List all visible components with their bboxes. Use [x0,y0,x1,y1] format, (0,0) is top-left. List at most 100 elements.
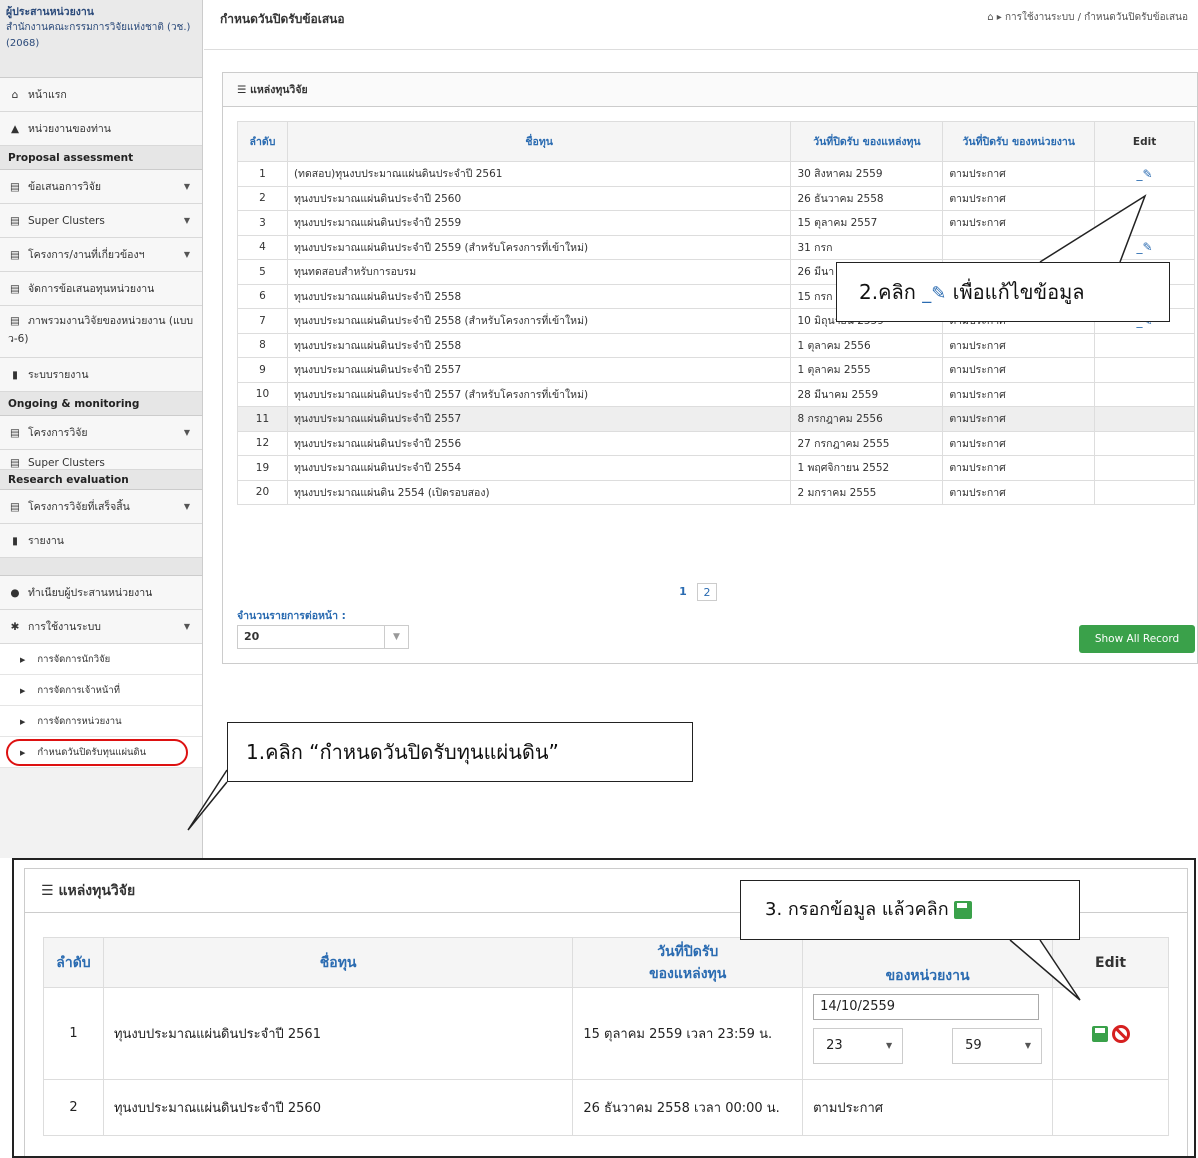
home-icon[interactable]: ⌂ ▸ [987,12,1005,23]
row-name: ทุนงบประมาณแผ่นดินประจำปี 2558 [286,283,792,309]
pencil-icon[interactable]: _✎ [1137,240,1153,254]
bullet-icon: ▶ [20,718,26,726]
row-edit [1052,1079,1169,1136]
sidebar-item-manage-fund[interactable]: ▤ จัดการข้อเสนอทุนหน่วยงาน [0,272,202,306]
row-no: 10 [237,381,288,407]
sidebar-item-label: ระบบรายงาน [28,369,89,381]
callout-text: 2.คลิก [859,280,916,304]
row-name: ทุนทดสอบสำหรับการอบรม [286,259,792,285]
show-all-button[interactable]: Show All Record [1079,625,1195,653]
table-row: 20 ทุนงบประมาณแผ่นดิน 2554 (เปิดรอบสอง) 2 … [237,479,1195,505]
sidebar-item-proposal[interactable]: ▤ ข้อเสนอการวิจัย ▼ [0,170,202,204]
sidebar-item-overview[interactable]: ▤ ภาพรวมงานวิจัยของหน่วยงาน (แบบ ว-6) [0,306,202,358]
sidebar-item-my-unit[interactable]: ▲ หน่วยงานของท่าน [0,112,202,146]
callout-text: 3. กรอกข้อมูล แล้วคลิก [765,899,949,920]
sidebar-divider [0,558,202,576]
sidebar-item-label: โครงการวิจัยที่เสร็จสิ้น [28,501,130,513]
page-1[interactable]: 1 [673,583,693,601]
col-name[interactable]: ชื่อทุน [102,937,574,988]
caret-down-icon: ▼ [183,428,190,437]
callout-step-3: 3. กรอกข้อมูล แล้วคลิก [740,880,1080,940]
pencil-icon[interactable]: _✎ [1137,167,1153,181]
table-row: 1 (ทดสอบ)ทุนงบประมาณแผ่นดินประจำปี 2561 30… [237,161,1195,187]
save-icon[interactable] [1091,1025,1108,1042]
minute-select[interactable]: 59 ▼ [952,1027,1043,1064]
submenu-label: การจัดการหน่วยงาน [37,716,122,727]
date-input[interactable]: 14/10/2559 [813,993,1040,1020]
sidebar-item-super-clusters-2[interactable]: ▤ Super Clusters [0,450,202,470]
sidebar-item-finished[interactable]: ▤ โครงการวิจัยที่เสร็จสิ้น ▼ [0,490,202,524]
row-name: ทุนงบประมาณแผ่นดินประจำปี 2557 [286,357,792,383]
cancel-icon[interactable] [1111,1024,1130,1043]
sidebar-item-research-project[interactable]: ▤ โครงการวิจัย ▼ [0,416,202,450]
list-icon: ▤ [10,501,20,513]
row-name: ทุนงบประมาณแผ่นดินประจำปี 2556 [286,430,792,456]
hour-select[interactable]: 23 ▼ [813,1027,904,1064]
table-row: 4 ทุนงบประมาณแผ่นดินประจำปี 2559 (สำหรับโ… [237,234,1195,260]
col-close-unit[interactable]: ของหน่วยงาน [802,937,1054,988]
submenu-unit[interactable]: ▶ การจัดการหน่วยงาน [0,706,202,737]
sidebar-item-label: รายงาน [28,535,64,547]
col-no[interactable]: ลำดับ [43,937,104,988]
row-close-fund: 1 พฤศจิกายน 2552 [790,455,944,481]
sidebar-item-label: Super Clusters [28,457,105,469]
row-edit [1094,332,1195,358]
col-close-fund[interactable]: วันที่ปิดรับ ของแหล่งทุน [790,121,944,162]
row-edit [1094,455,1195,481]
sidebar-item-label: จัดการข้อเสนอทุนหน่วยงาน [28,283,155,295]
row-close-unit: ตามประกาศ [942,430,1096,456]
row-close-fund: 1 ตุลาคม 2555 [790,357,944,383]
row-no: 3 [237,210,288,236]
row-close-fund: 27 กรกฎาคม 2555 [790,430,944,456]
role-title: ผู้ประสานหน่วยงาน [6,6,94,18]
row-edit-actions [1052,987,1169,1080]
submenu-staff[interactable]: ▶ การจัดการเจ้าหน้าที่ [0,675,202,706]
row-name: ทุนงบประมาณแผ่นดินประจำปี 2558 (สำหรับโค… [286,308,792,334]
bullet-icon: ▶ [20,687,26,695]
row-name: ทุนงบประมาณแผ่นดินประจำปี 2557 [286,406,792,432]
page-header: กำหนดวันปิดรับข้อเสนอ ⌂ ▸ การใช้งานระบบ … [204,0,1198,50]
row-close-fund: 15 ตุลาคม 2557 [790,210,944,236]
list-icon: ▤ [10,215,20,227]
sidebar: ผู้ประสานหน่วยงาน สำนักงานคณะกรรมการวิจั… [0,0,203,858]
list-icon: ▤ [10,457,20,469]
sidebar-item-report[interactable]: ▮ รายงาน [0,524,202,558]
row-name: ทุนงบประมาณแผ่นดินประจำปี 2559 (สำหรับโค… [286,234,792,260]
col-label: ของแหล่งทุน [649,965,727,982]
per-page-value: 20 [244,630,260,643]
table-row: 8 ทุนงบประมาณแผ่นดินประจำปี 2558 1 ตุลาคม … [237,332,1195,358]
submenu-close-date[interactable]: ▶ กำหนดวันปิดรับทุนแผ่นดิน [0,737,202,768]
sidebar-item-label: หน้าแรก [28,89,67,101]
row-no: 1 [43,987,104,1080]
row-close-unit: ตามประกาศ [802,1079,1054,1136]
sidebar-item-home[interactable]: ⌂ หน้าแรก [0,78,202,112]
sidebar-item-report-system[interactable]: ▮ ระบบรายงาน [0,358,202,392]
sidebar-item-related[interactable]: ▤ โครงการ/งานที่เกี่ยวข้องฯ ▼ [0,238,202,272]
page-2[interactable]: 2 [697,583,717,601]
row-no: 12 [237,430,288,456]
list-icon: ☰ [237,84,251,96]
col-close-unit[interactable]: วันที่ปิดรับ ของหน่วยงาน [942,121,1096,162]
submenu-label: การจัดการเจ้าหน้าที่ [37,685,121,696]
row-name: ทุนงบประมาณแผ่นดินประจำปี 2558 [286,332,792,358]
row-edit [1094,406,1195,432]
row-close-unit [942,234,1096,260]
breadcrumb-path[interactable]: การใช้งานระบบ / กำหนดวันปิดรับข้อเสนอ [1005,12,1188,23]
row-edit [1094,381,1195,407]
per-page-label: จำนวนรายการต่อหน้า : [237,610,346,622]
sidebar-item-label: การใช้งานระบบ [28,621,101,633]
sidebar-item-super-clusters[interactable]: ▤ Super Clusters ▼ [0,204,202,238]
row-no: 2 [43,1079,104,1136]
row-close-unit: ตามประกาศ [942,381,1096,407]
col-no[interactable]: ลำดับ [237,121,288,162]
list-icon: ▤ [10,427,20,439]
submenu-researcher[interactable]: ▶ การจัดการนักวิจัย [0,644,202,675]
row-edit [1094,430,1195,456]
sidebar-item-register[interactable]: ● ทำเนียบผู้ประสานหน่วยงาน [0,576,202,610]
sidebar-item-usage[interactable]: ✱ การใช้งานระบบ ▼ [0,610,202,644]
col-close-fund[interactable]: วันที่ปิดรับ ของแหล่งทุน [572,937,804,988]
row-no: 1 [237,161,288,187]
per-page-select[interactable]: 20 ▼ [237,625,409,649]
col-name[interactable]: ชื่อทุน [286,121,792,162]
save-icon [954,901,973,919]
